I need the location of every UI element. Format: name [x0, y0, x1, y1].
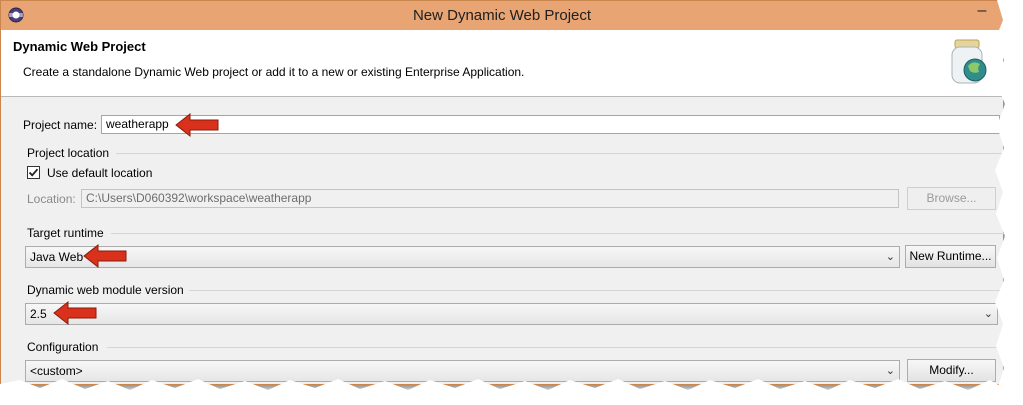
new-runtime-button[interactable]: New Runtime... — [905, 245, 996, 268]
configuration-select[interactable]: <custom> ⌄ — [25, 360, 900, 382]
minimize-button[interactable]: – — [969, 3, 995, 23]
project-name-label: Project name: — [23, 118, 98, 132]
configuration-value: <custom> — [30, 364, 83, 378]
annotation-arrow-icon — [83, 243, 127, 269]
page-title: Dynamic Web Project — [13, 39, 146, 54]
checkmark-icon — [28, 168, 39, 177]
module-version-label: Dynamic web module version — [27, 283, 184, 297]
wizard-header: Dynamic Web Project Create a standalone … — [1, 30, 1003, 97]
use-default-location-checkbox[interactable] — [27, 166, 40, 179]
title-bar: New Dynamic Web Project – — [1, 1, 1003, 30]
modify-button[interactable]: Modify... — [907, 359, 996, 382]
configuration-divider — [107, 347, 1004, 348]
target-runtime-divider — [111, 233, 1004, 234]
dropdown-arrow-icon: ⌄ — [983, 308, 993, 320]
project-name-input[interactable]: weatherapp — [101, 115, 1000, 134]
page-description: Create a standalone Dynamic Web project … — [23, 65, 525, 79]
module-version-divider — [189, 290, 1004, 291]
target-runtime-select[interactable]: Java Web ⌄ — [25, 246, 900, 268]
jar-globe-icon — [951, 39, 987, 84]
project-location-group-divider — [116, 153, 1004, 154]
target-runtime-value: Java Web — [30, 250, 84, 264]
dialog-window: New Dynamic Web Project – Dynamic Web Pr… — [0, 0, 1004, 385]
location-label: Location: — [27, 192, 76, 206]
annotation-arrow-icon — [53, 300, 97, 326]
target-runtime-label: Target runtime — [27, 226, 104, 240]
dropdown-arrow-icon: ⌄ — [885, 365, 895, 377]
location-input[interactable]: C:\Users\D060392\workspace\weatherapp — [81, 189, 899, 208]
dropdown-arrow-icon: ⌄ — [885, 251, 895, 263]
module-version-select[interactable]: 2.5 ⌄ — [25, 303, 998, 325]
module-version-value: 2.5 — [30, 307, 47, 321]
use-default-location-label: Use default location — [47, 166, 153, 180]
window-title: New Dynamic Web Project — [412, 7, 592, 24]
annotation-arrow-icon — [175, 112, 219, 138]
project-location-group-label: Project location — [27, 146, 110, 160]
browse-button[interactable]: Browse... — [907, 187, 996, 210]
configuration-label: Configuration — [27, 340, 99, 354]
